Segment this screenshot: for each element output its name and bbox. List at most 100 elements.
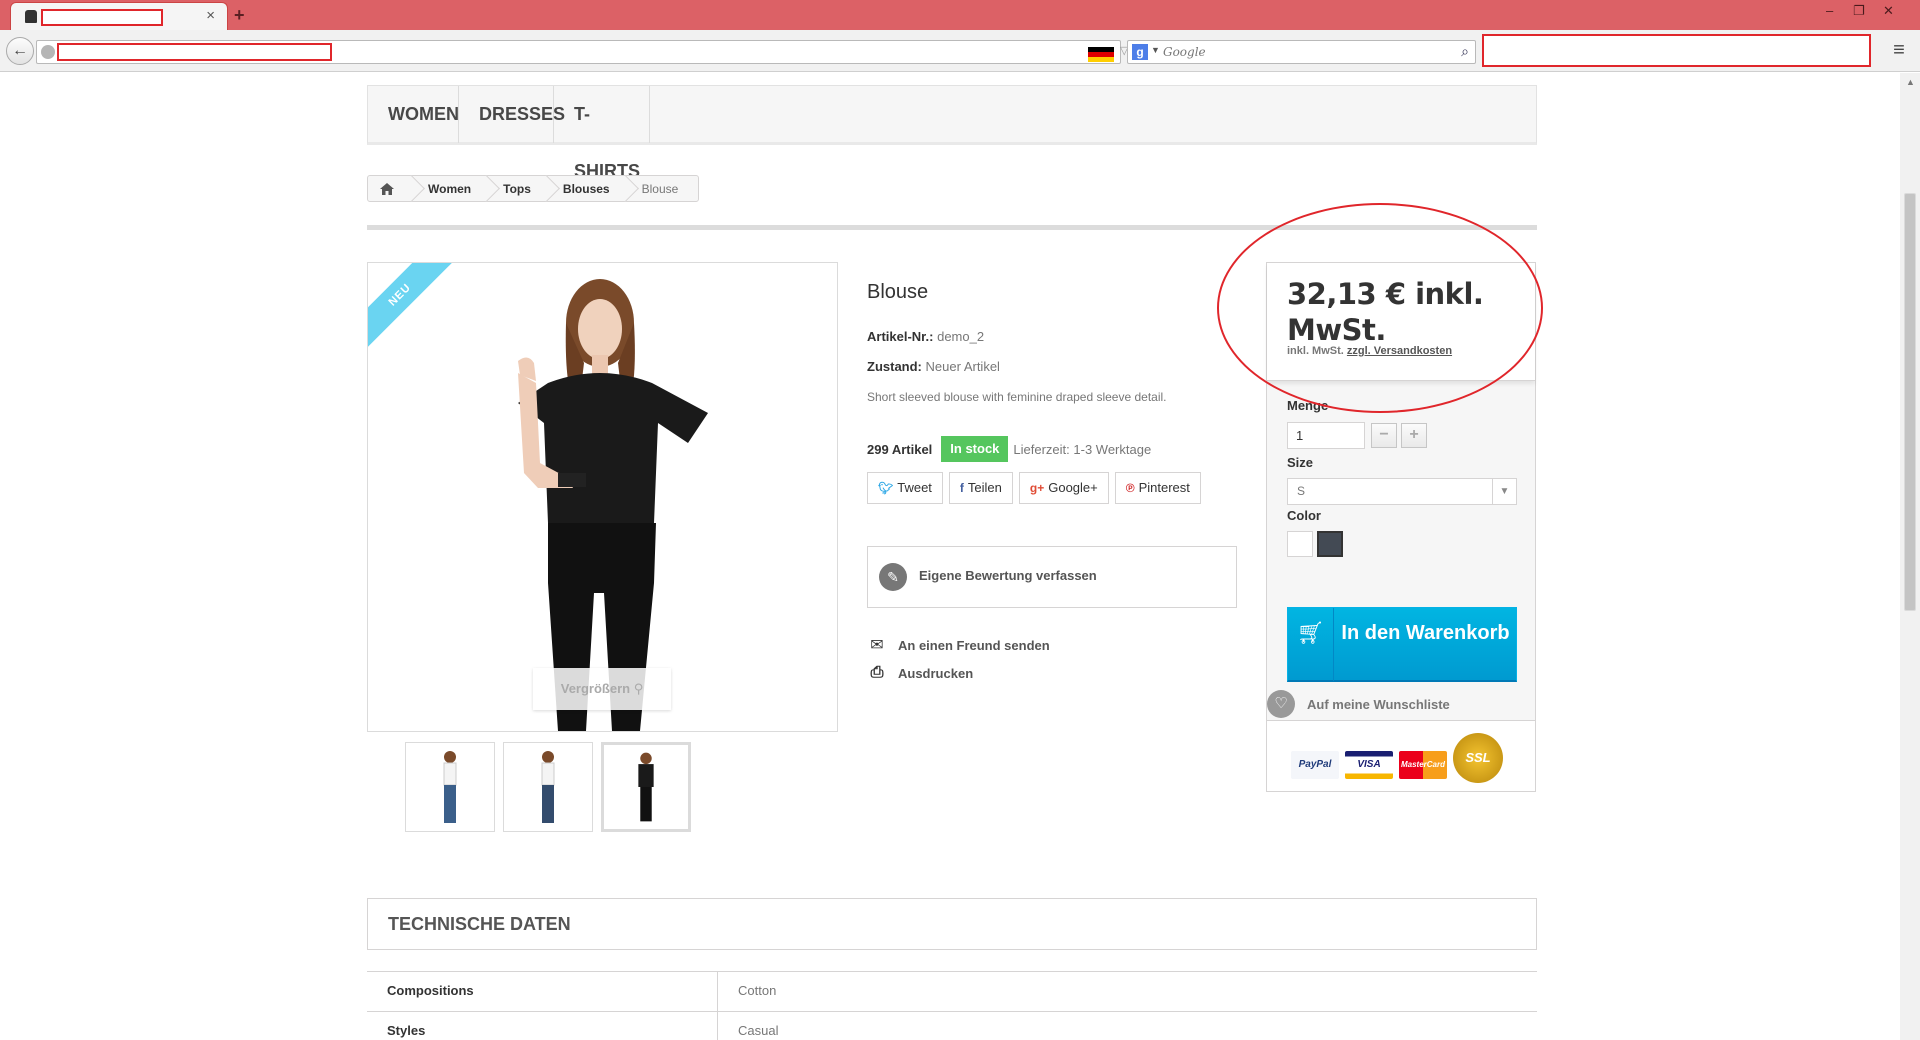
quantity-decrease-button[interactable]: − [1371,423,1397,448]
page-scrollbar[interactable]: ▲ [1900,73,1920,1040]
product-reference: Artikel-Nr.: demo_2 [867,329,984,344]
tweet-label: Tweet [897,480,932,495]
color-swatch-white[interactable] [1287,531,1313,557]
social-share: 🐦︎ Tweet f Teilen g+ Google+ ℗ Pinterest [867,472,1201,504]
reference-label: Artikel-Nr.: [867,329,934,344]
pinterest-button[interactable]: ℗ Pinterest [1114,472,1201,504]
breadcrumb-blouses[interactable]: Blouses [563,182,610,196]
magnifier-icon: ⚲ [633,681,644,696]
add-to-cart-button[interactable]: 🛒︎ In den Warenkorb [1287,607,1517,682]
back-button[interactable]: ← [6,37,34,65]
browser-navbar: ← ▽ ↻ g ▼ Google ⌕ ≡ [0,30,1920,72]
breadcrumb-tops[interactable]: Tops [503,182,531,196]
send-to-friend-link[interactable]: ✉ An einen Freund senden [867,635,1050,655]
tax-note-label: inkl. MwSt. [1287,345,1344,357]
paypal-logo: PayPal [1291,751,1339,779]
delivery-time: Lieferzeit: 1-3 Werktage [1013,441,1152,457]
browser-tab[interactable]: × [10,2,228,30]
quantity-available: 299 Artikel [867,441,933,457]
visa-logo: VISA [1345,751,1393,779]
product-title: Blouse [867,281,929,303]
search-engine-dropdown-icon[interactable]: ▼ [1151,45,1160,55]
stock-badge: In stock [941,436,1009,462]
envelope-icon: ✉ [870,637,884,654]
german-flag-icon[interactable] [1088,47,1114,62]
mastercard-logo: MasterCard [1399,751,1447,779]
site-favicon-icon [25,10,37,23]
product-image[interactable]: NEU Vergrößern ⚲ [367,262,838,732]
window-restore-button[interactable]: ❐ [1853,3,1865,19]
tax-note: inkl. MwSt. zzgl. Versandkosten [1287,345,1452,357]
new-badge: NEU [368,263,454,349]
heart-icon: ♡ [1267,690,1295,718]
reference-value: demo_2 [937,329,985,344]
content-divider [367,225,1537,230]
zoom-label: Vergrößern [560,681,631,696]
tech-data-heading: TECHNISCHE DATEN [367,898,1537,950]
hamburger-menu-icon[interactable]: ≡ [1888,40,1910,61]
facebook-share-button[interactable]: f Teilen [948,472,1013,504]
buy-box: 32,13 € inkl. MwSt. inkl. MwSt. zzgl. Ve… [1266,262,1536,792]
add-to-cart-label: In den Warenkorb [1341,622,1510,644]
size-selected-value: S [1297,484,1306,498]
cart-icon: 🛒︎ [1288,608,1334,681]
printer-icon: ⎙ [870,664,884,681]
write-review-button[interactable]: ✎ Eigene Bewertung verfassen [867,546,1237,608]
product-description: Short sleeved blouse with feminine drape… [867,390,1167,404]
add-to-wishlist-link[interactable]: ♡ Auf meine Wunschliste [1267,688,1535,720]
breadcrumb-current: Blouse [641,181,679,196]
scroll-up-icon[interactable]: ▲ [1906,77,1915,87]
pencil-icon: ✎ [879,563,907,591]
thumbnail-list [405,742,691,832]
tech-key: Styles [367,1012,718,1040]
page-content: WOMEN DRESSES T-SHIRTS Women Tops Blouse… [0,73,1900,1040]
tab-title-redacted [41,9,163,26]
url-bar[interactable]: ▽ ↻ [36,40,1149,64]
size-select[interactable]: S ▼ [1287,478,1517,505]
back-arrow-icon: ← [12,42,28,59]
print-link[interactable]: ⎙ Ausdrucken [867,664,974,682]
pinterest-label: Pinterest [1138,480,1190,495]
scrollbar-thumb[interactable] [1904,193,1916,611]
window-minimize-button[interactable]: – [1826,3,1833,18]
breadcrumb-women[interactable]: Women [428,182,471,196]
search-icon[interactable]: ⌕ [1461,43,1469,60]
new-tab-button[interactable]: + [234,5,245,26]
tab-close-icon[interactable]: × [206,7,215,25]
browser-titlebar: × + – ❐ ✕ [0,0,1920,30]
send-to-friend-label: An einen Freund senden [898,637,1050,653]
main-menu: WOMEN DRESSES T-SHIRTS [367,85,1537,181]
tech-data-table: Compositions Cotton Styles Casual [367,971,1537,1040]
breadcrumb-separator [406,176,416,201]
product-condition: Zustand: Neuer Artikel [867,359,1000,374]
menu-item-tshirts[interactable]: T-SHIRTS [554,86,650,181]
quantity-increase-button[interactable]: + [1401,423,1427,448]
menu-item-women[interactable]: WOMEN [368,86,459,143]
shipping-cost-link[interactable]: zzgl. Versandkosten [1347,345,1452,357]
twitter-icon: 🐦︎ [878,481,894,495]
thumbnail[interactable] [503,742,593,832]
zoom-button[interactable]: Vergrößern ⚲ [533,668,671,710]
google-icon[interactable]: g [1132,44,1148,60]
google-plus-icon: g+ [1029,481,1045,495]
thumbnail[interactable] [405,742,495,832]
google-plus-button[interactable]: g+ Google+ [1018,472,1109,504]
thumbnail-selected[interactable] [601,742,691,832]
facebook-label: Teilen [967,480,1002,495]
tweet-button[interactable]: 🐦︎ Tweet [867,472,943,504]
toolbar-redacted [1482,34,1871,67]
breadcrumb-separator [541,176,551,201]
google-plus-label: Google+ [1048,480,1098,495]
menu-item-dresses[interactable]: DRESSES [459,86,565,143]
window-close-button[interactable]: ✕ [1883,3,1894,19]
table-row: Compositions Cotton [367,971,1537,1011]
breadcrumb: Women Tops Blouses Blouse [367,175,700,202]
availability-row: 299 Artikel In stock Lieferzeit: 1-3 Wer… [867,436,1151,462]
quantity-input[interactable]: 1 [1287,422,1365,449]
search-placeholder: Google [1163,45,1206,59]
search-bar[interactable]: g ▼ Google ⌕ [1127,40,1476,64]
color-swatch-dark[interactable] [1317,531,1343,557]
color-label: Color [1287,508,1321,523]
payment-logos: PayPal VISA MasterCard SSL [1267,720,1535,791]
new-badge-label: NEU [368,263,454,349]
